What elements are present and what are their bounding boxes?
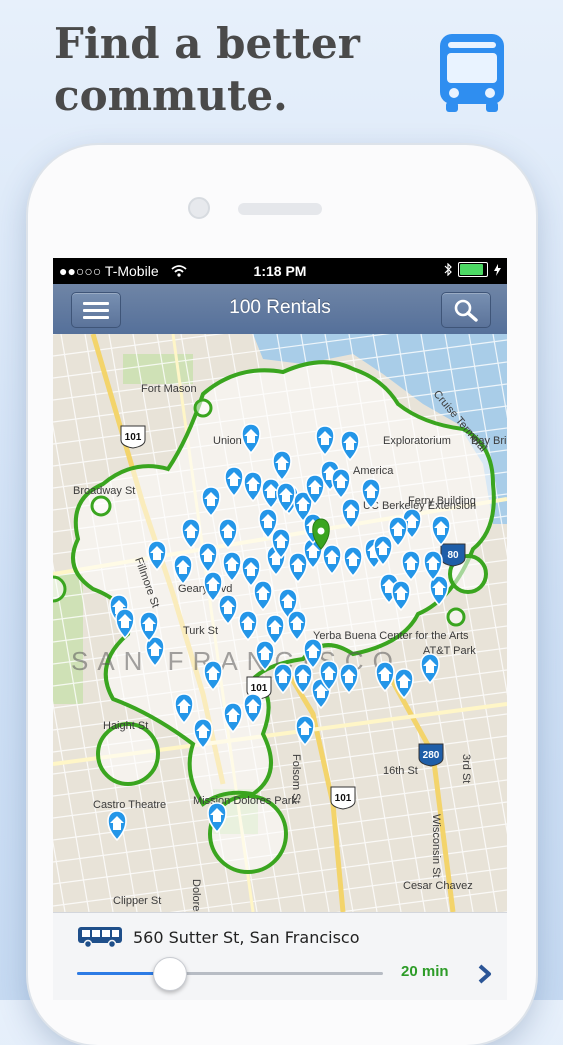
clock: 1:18 PM: [253, 263, 307, 279]
map-street-label: Mission Dolores Park: [193, 795, 297, 807]
map-street-label: Yerba Buena Center for the Arts: [313, 630, 469, 642]
map-street-label: 3rd St: [460, 754, 472, 783]
page-title: 100 Rentals: [229, 297, 331, 318]
highway-shield-icon: 280: [418, 743, 444, 767]
map-street-label: Fort Mason: [141, 383, 197, 395]
map-street-label: Clipper St: [113, 895, 161, 907]
svg-text:101: 101: [335, 793, 352, 804]
chevron-right-icon[interactable]: [475, 963, 495, 985]
headline-line-2: commute.: [54, 71, 288, 120]
commute-panel: 560 Sutter St, San Francisco 20 min: [53, 912, 507, 1000]
map-street-label: Ferry Building: [408, 495, 476, 507]
map-street-label: Folsom St: [290, 754, 302, 804]
svg-text:101: 101: [125, 432, 142, 443]
coverage-circle: [96, 722, 160, 786]
svg-text:280: 280: [423, 750, 440, 761]
bus-icon: [440, 34, 504, 112]
headline-line-1: Find a better: [54, 19, 360, 68]
search-icon: [454, 299, 478, 322]
slider-knob[interactable]: [152, 957, 187, 991]
coverage-circle: [53, 575, 67, 603]
map-street-label: America: [353, 465, 394, 477]
headline: Find a better commute.: [54, 18, 414, 122]
map-street-label: Wisconsin St: [430, 814, 442, 878]
map-street-label: Castro Theatre: [93, 799, 166, 811]
highway-shield-icon: 101: [330, 786, 356, 810]
map-street-label: Cesar Chavez: [403, 880, 473, 892]
map-street-label: 16th St: [383, 765, 418, 777]
bus-icon: [78, 927, 122, 949]
phone-camera: [188, 197, 210, 219]
commute-address: 560 Sutter St, San Francisco: [133, 927, 360, 947]
coverage-circle: [90, 495, 112, 517]
charging-icon: [494, 263, 501, 276]
highway-shield-icon: 80: [440, 543, 466, 567]
highway-shield-icon: 101: [120, 425, 146, 449]
nav-bar: 100 Rentals: [53, 284, 507, 335]
map-street-label: Dolores St: [190, 879, 202, 912]
svg-text:80: 80: [447, 550, 459, 561]
coverage-circle: [446, 607, 466, 627]
commute-time-slider[interactable]: [77, 957, 383, 991]
map-street-label: Turk St: [183, 625, 218, 637]
park-area: [123, 354, 193, 384]
map-street-label: Haight St: [103, 720, 148, 732]
app-screen: ●●○○○ T-Mobile 1:18 PM 100 Rentals Fort …: [53, 258, 507, 1000]
commute-address-row[interactable]: 560 Sutter St, San Francisco: [77, 925, 360, 949]
bluetooth-icon: [444, 263, 452, 276]
coverage-circle: [193, 398, 213, 418]
commute-minutes: 20 min: [401, 963, 449, 980]
search-button[interactable]: [441, 292, 491, 328]
map-street-label: Broadway St: [73, 485, 135, 497]
map-view[interactable]: Fort MasonUnion StBroadway StFillmore St…: [53, 334, 507, 912]
phone-speaker: [238, 203, 322, 215]
svg-text:101: 101: [251, 683, 268, 694]
map-street-label: Exploratorium: [383, 435, 451, 447]
battery-icon: [458, 262, 488, 277]
status-bar: ●●○○○ T-Mobile 1:18 PM: [53, 258, 507, 284]
